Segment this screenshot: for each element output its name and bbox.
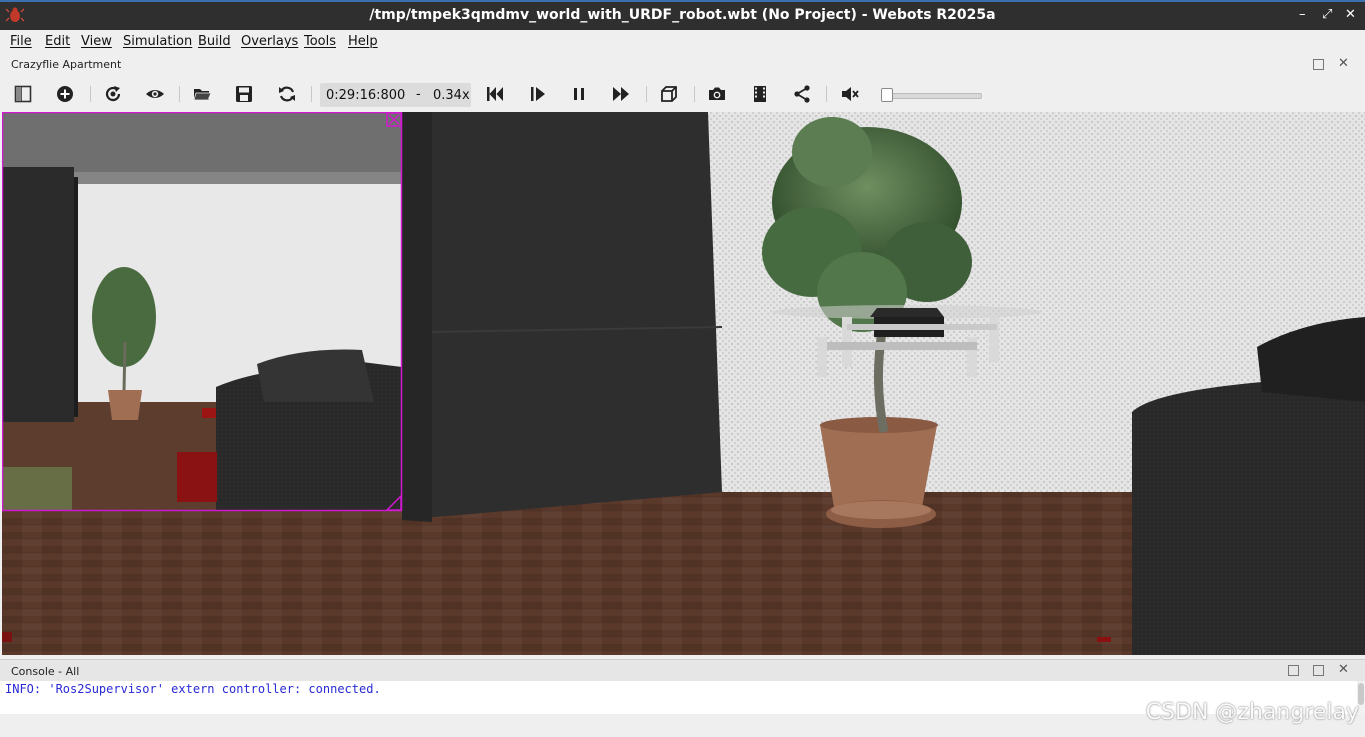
scene-render bbox=[2, 112, 1365, 655]
screenshot-icon[interactable] bbox=[707, 84, 727, 104]
window-title: /tmp/tmpek3qmdmv_world_with_URDF_robot.w… bbox=[369, 7, 996, 23]
window-titlebar: /tmp/tmpek3qmdmv_world_with_URDF_robot.w… bbox=[0, 0, 1365, 30]
close-dock-button[interactable]: ✕ bbox=[1338, 57, 1349, 70]
menu-overlays[interactable]: Overlays bbox=[241, 34, 298, 49]
camera-overlay[interactable] bbox=[2, 112, 403, 512]
console-title: Console - All bbox=[11, 665, 80, 678]
world-title: Crazyflie Apartment bbox=[11, 58, 122, 71]
add-node-icon[interactable] bbox=[55, 84, 75, 104]
menu-edit[interactable]: Edit bbox=[45, 34, 70, 49]
toolbar-separator bbox=[90, 86, 91, 102]
console-close-button[interactable]: ✕ bbox=[1338, 663, 1349, 676]
menu-build[interactable]: Build bbox=[198, 34, 231, 49]
console-header: Console - All ✕ bbox=[0, 659, 1365, 682]
simulation-speed: 0.34x bbox=[433, 88, 470, 103]
fast-forward-icon[interactable] bbox=[611, 84, 631, 104]
maximize-button[interactable]: ⤢ bbox=[1322, 8, 1332, 22]
toolbar-separator bbox=[179, 86, 180, 102]
main-toolbar bbox=[0, 76, 1365, 112]
float-dock-button[interactable] bbox=[1313, 59, 1324, 70]
share-icon[interactable] bbox=[792, 84, 812, 104]
menu-file[interactable]: File bbox=[10, 34, 32, 49]
simulation-time: 0:29:16:800 bbox=[326, 88, 406, 103]
minimize-button[interactable]: – bbox=[1299, 8, 1306, 22]
simulation-time-display: 0:29:16:800 - 0.34x bbox=[320, 83, 471, 107]
reload-world-icon[interactable] bbox=[103, 84, 123, 104]
view-icon[interactable] bbox=[145, 84, 165, 104]
render-toggle-icon[interactable] bbox=[659, 84, 679, 104]
menu-bar: File Edit View Simulation Build Overlays… bbox=[0, 30, 1365, 54]
record-movie-icon[interactable] bbox=[750, 84, 770, 104]
menu-tools[interactable]: Tools bbox=[304, 34, 336, 49]
save-world-icon[interactable] bbox=[234, 84, 254, 104]
toolbar-separator bbox=[694, 86, 695, 102]
time-separator: - bbox=[416, 87, 421, 102]
console-clear-button[interactable] bbox=[1288, 665, 1299, 676]
menu-view[interactable]: View bbox=[81, 34, 112, 49]
menu-simulation[interactable]: Simulation bbox=[123, 34, 192, 49]
toolbar-separator bbox=[311, 86, 312, 102]
toolbar-separator bbox=[826, 86, 827, 102]
watermark: CSDN @zhangrelay bbox=[1145, 700, 1359, 725]
console-float-button[interactable] bbox=[1313, 665, 1324, 676]
mute-icon[interactable] bbox=[840, 84, 860, 104]
menu-help[interactable]: Help bbox=[348, 34, 378, 49]
toggle-scene-tree-icon[interactable] bbox=[13, 84, 33, 104]
step-back-icon[interactable] bbox=[485, 84, 505, 104]
toolbar-separator bbox=[646, 86, 647, 102]
reset-simulation-icon[interactable] bbox=[277, 84, 297, 104]
close-window-button[interactable]: ✕ bbox=[1345, 8, 1356, 22]
console-line: INFO: 'Ros2Supervisor' extern controller… bbox=[5, 682, 381, 696]
step-icon[interactable] bbox=[528, 84, 548, 104]
pause-icon[interactable] bbox=[569, 84, 589, 104]
open-world-icon[interactable] bbox=[192, 84, 212, 104]
volume-slider-track[interactable] bbox=[884, 93, 982, 99]
scene-dock-header: Crazyflie Apartment ✕ bbox=[0, 54, 1365, 76]
volume-slider-handle[interactable] bbox=[881, 88, 893, 102]
3d-viewport[interactable] bbox=[2, 112, 1365, 655]
